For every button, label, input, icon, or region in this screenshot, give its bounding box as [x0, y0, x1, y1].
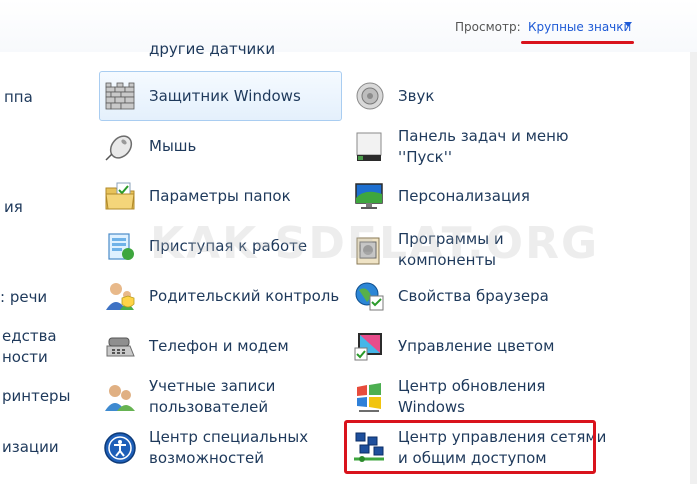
watermark: KAK-SDELAT.ORG [150, 218, 600, 269]
view-label: Просмотр: [455, 20, 521, 34]
cutoff-item-label[interactable]: ности [2, 347, 48, 368]
control-item-windows-defender[interactable]: Защитник Windows [103, 79, 301, 113]
cutoff-item-label[interactable]: ппа [4, 87, 33, 108]
accessibility-icon [103, 431, 137, 465]
chevron-down-icon[interactable] [624, 22, 632, 27]
item-label: Защитник Windows [149, 86, 301, 105]
item-label: Звук [398, 86, 435, 105]
control-item-sensors[interactable]: другие датчики [103, 42, 275, 70]
mouse-icon [103, 129, 137, 163]
control-item-user-accounts[interactable]: Учетные записи пользователей [103, 376, 275, 418]
control-item-taskbar-start[interactable]: Панель задач и меню ''Пуск'' [352, 126, 569, 168]
item-label: Родительский контроль [149, 286, 340, 305]
defender-wall-icon [103, 79, 137, 113]
speaker-icon [352, 79, 386, 113]
user-accounts-icon [103, 380, 137, 414]
item-label: Центр специальных возможностей [149, 428, 309, 467]
taskbar-icon [352, 130, 386, 164]
item-label: Мышь [149, 136, 197, 155]
cutoff-item-label[interactable]: ия [4, 197, 23, 218]
color-management-icon [352, 329, 386, 363]
item-label: Управление цветом [398, 336, 555, 355]
control-item-personalization[interactable]: Персонализация [352, 179, 530, 213]
control-item-parental-controls[interactable]: Родительский контроль [103, 279, 339, 313]
control-item-internet-options[interactable]: Свойства браузера [352, 279, 549, 313]
control-item-windows-update[interactable]: Центр обновления Windows [352, 376, 545, 418]
parental-control-icon [103, 279, 137, 313]
item-label: Свойства браузера [398, 286, 549, 305]
view-mode-dropdown[interactable]: Крупные значки [528, 20, 631, 34]
highlight-box [344, 420, 596, 474]
cutoff-item-label[interactable]: : речи [0, 287, 47, 308]
personalization-icon [352, 179, 386, 213]
control-item-folder-options[interactable]: Параметры папок [103, 179, 291, 213]
highlight-underline [521, 41, 634, 44]
cutoff-item-label[interactable]: ринтеры [2, 386, 70, 407]
item-label: Телефон и модем [149, 336, 289, 355]
getting-started-icon [103, 229, 137, 263]
sensor-icon [103, 42, 137, 70]
control-item-phone-modem[interactable]: Телефон и модем [103, 329, 289, 363]
control-item-color-management[interactable]: Управление цветом [352, 329, 554, 363]
item-label: Панель задач и меню ''Пуск'' [398, 127, 569, 166]
control-item-mouse[interactable]: Мышь [103, 129, 196, 163]
item-label: Центр обновления Windows [398, 377, 546, 416]
control-item-sound[interactable]: Звук [352, 79, 434, 113]
cutoff-item-label[interactable]: изации [2, 437, 59, 458]
item-label: другие датчики [149, 42, 276, 58]
scrollbar[interactable] [690, 52, 697, 484]
item-label: Персонализация [398, 186, 530, 205]
windows-update-icon [352, 380, 386, 414]
phone-modem-icon [103, 329, 137, 363]
cutoff-item-label[interactable]: едства [2, 326, 57, 347]
folder-options-icon [103, 179, 137, 213]
item-label: Учетные записи пользователей [149, 377, 276, 416]
internet-options-icon [352, 279, 386, 313]
item-label: Параметры папок [149, 186, 291, 205]
control-item-ease-of-access[interactable]: Центр специальных возможностей [103, 427, 308, 469]
